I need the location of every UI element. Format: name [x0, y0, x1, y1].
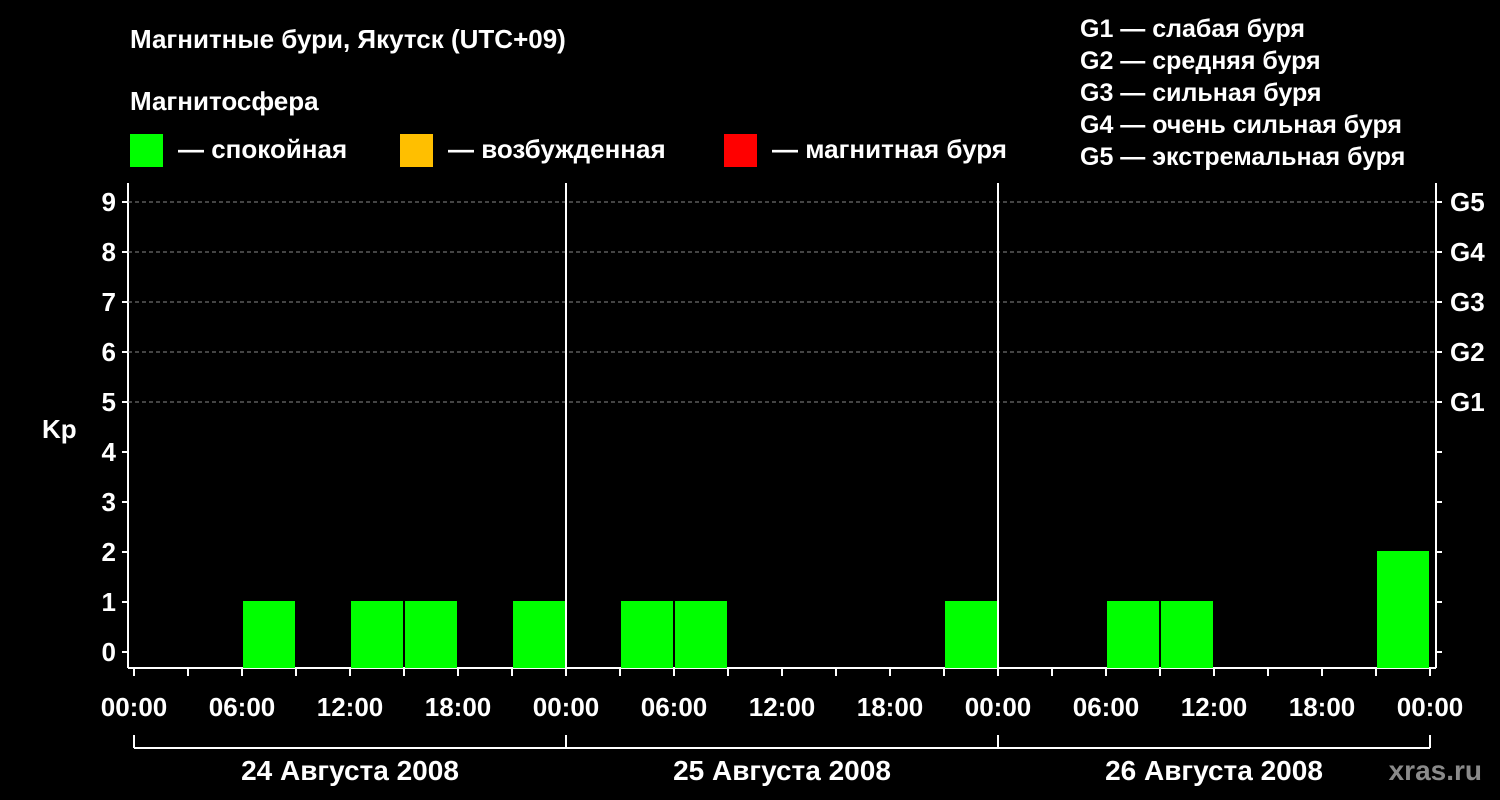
g-legend-item-1: G1 — слабая буря [1080, 15, 1305, 43]
y-tick-label-7: 7 [102, 287, 116, 317]
x-tick-label-4: 00:00 [533, 692, 600, 722]
bar-9 [621, 601, 673, 668]
y-tick-label-1: 1 [102, 587, 116, 617]
x-tick-label-8: 00:00 [965, 692, 1032, 722]
g-axis-label-G1: G1 [1450, 387, 1485, 417]
legend-heading: Магнитосфера [130, 86, 319, 116]
g-legend-item-4: G4 — очень сильная буря [1080, 111, 1402, 139]
x-tick-label-2: 12:00 [317, 692, 384, 722]
day-label-0: 24 Августа 2008 [241, 755, 459, 786]
g-legend-item-2: G2 — средняя буря [1080, 47, 1321, 75]
y-tick-label-4: 4 [102, 437, 117, 467]
y-tick-label-0: 0 [102, 637, 116, 667]
legend-swatch-0 [130, 134, 163, 167]
x-tick-label-9: 06:00 [1073, 692, 1140, 722]
bar-7 [513, 601, 565, 668]
legend-swatch-1 [400, 134, 433, 167]
g-axis-label-G2: G2 [1450, 337, 1485, 367]
legend-label-0: — спокойная [178, 134, 347, 164]
bar-4 [351, 601, 403, 668]
bar-5 [405, 601, 457, 668]
day-label-2: 26 Августа 2008 [1105, 755, 1323, 786]
x-tick-label-11: 18:00 [1289, 692, 1356, 722]
bar-23 [1377, 551, 1429, 668]
y-tick-label-2: 2 [102, 537, 116, 567]
y-tick-label-6: 6 [102, 337, 116, 367]
y-tick-label-8: 8 [102, 237, 116, 267]
legend-label-1: — возбужденная [448, 134, 666, 164]
g-axis-label-G4: G4 [1450, 237, 1485, 267]
legend-swatch-2 [724, 134, 757, 167]
y-tick-label-5: 5 [102, 387, 116, 417]
bar-10 [675, 601, 727, 668]
y-tick-label-3: 3 [102, 487, 116, 517]
bar-18 [1107, 601, 1159, 668]
bar-2 [243, 601, 295, 668]
legend-label-2: — магнитная буря [772, 134, 1007, 164]
x-tick-label-3: 18:00 [425, 692, 492, 722]
x-tick-label-0: 00:00 [101, 692, 168, 722]
x-tick-label-6: 12:00 [749, 692, 816, 722]
x-tick-label-1: 06:00 [209, 692, 276, 722]
kp-chart: Магнитные бури, Якутск (UTC+09) Магнитосф… [42, 15, 1485, 786]
day-label-1: 25 Августа 2008 [673, 755, 891, 786]
g-axis-label-G5: G5 [1450, 187, 1485, 217]
x-tick-label-10: 12:00 [1181, 692, 1248, 722]
watermark: xras.ru [1389, 755, 1482, 786]
x-tick-label-12: 00:00 [1397, 692, 1464, 722]
y-axis-label: Kp [42, 414, 77, 444]
bar-15 [945, 601, 997, 668]
x-tick-label-5: 06:00 [641, 692, 708, 722]
g-legend-item-5: G5 — экстремальная буря [1080, 143, 1405, 171]
g-legend-item-3: G3 — сильная буря [1080, 79, 1322, 107]
bar-19 [1161, 601, 1213, 668]
y-tick-label-9: 9 [102, 187, 116, 217]
g-axis-label-G3: G3 [1450, 287, 1485, 317]
chart-title: Магнитные бури, Якутск (UTC+09) [130, 24, 566, 54]
x-tick-label-7: 18:00 [857, 692, 924, 722]
